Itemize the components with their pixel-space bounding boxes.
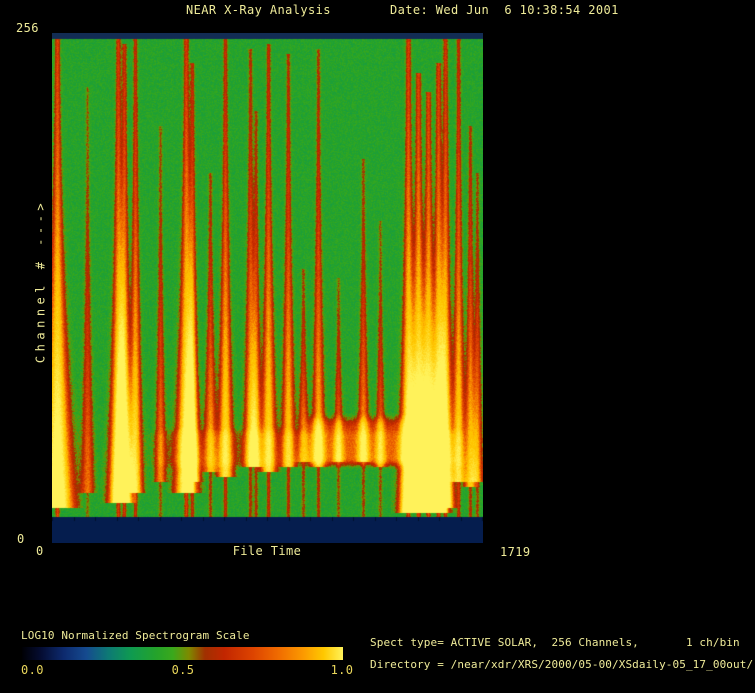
- y-axis-title: Channel # --->: [33, 198, 48, 364]
- x-axis-min-label: 0: [36, 544, 44, 558]
- page-title: NEAR X-Ray Analysis: [186, 3, 331, 17]
- colorbar-gradient: [22, 647, 343, 660]
- y-axis-min-label: 0: [17, 532, 25, 546]
- x-axis-max-label: 1719: [500, 545, 531, 559]
- colorbar-tick-mid: 0.5: [171, 663, 195, 677]
- spect-type-info: Spect type= ACTIVE SOLAR, 256 Channels, …: [370, 636, 740, 649]
- spectrogram-heatmap: [52, 33, 483, 543]
- date-label: Date: Wed Jun 6 10:38:54 2001: [390, 3, 619, 17]
- x-axis-title: File Time: [232, 544, 302, 558]
- colorbar-tick-min: 0.0: [21, 663, 44, 677]
- colorbar-tick-max: 1.0: [330, 663, 354, 677]
- directory-info: Directory = /near/xdr/XRS/2000/05-00/XSd…: [370, 658, 754, 671]
- y-axis-max-label: 256: [16, 21, 39, 35]
- colorbar-title: LOG10 Normalized Spectrogram Scale: [21, 629, 250, 642]
